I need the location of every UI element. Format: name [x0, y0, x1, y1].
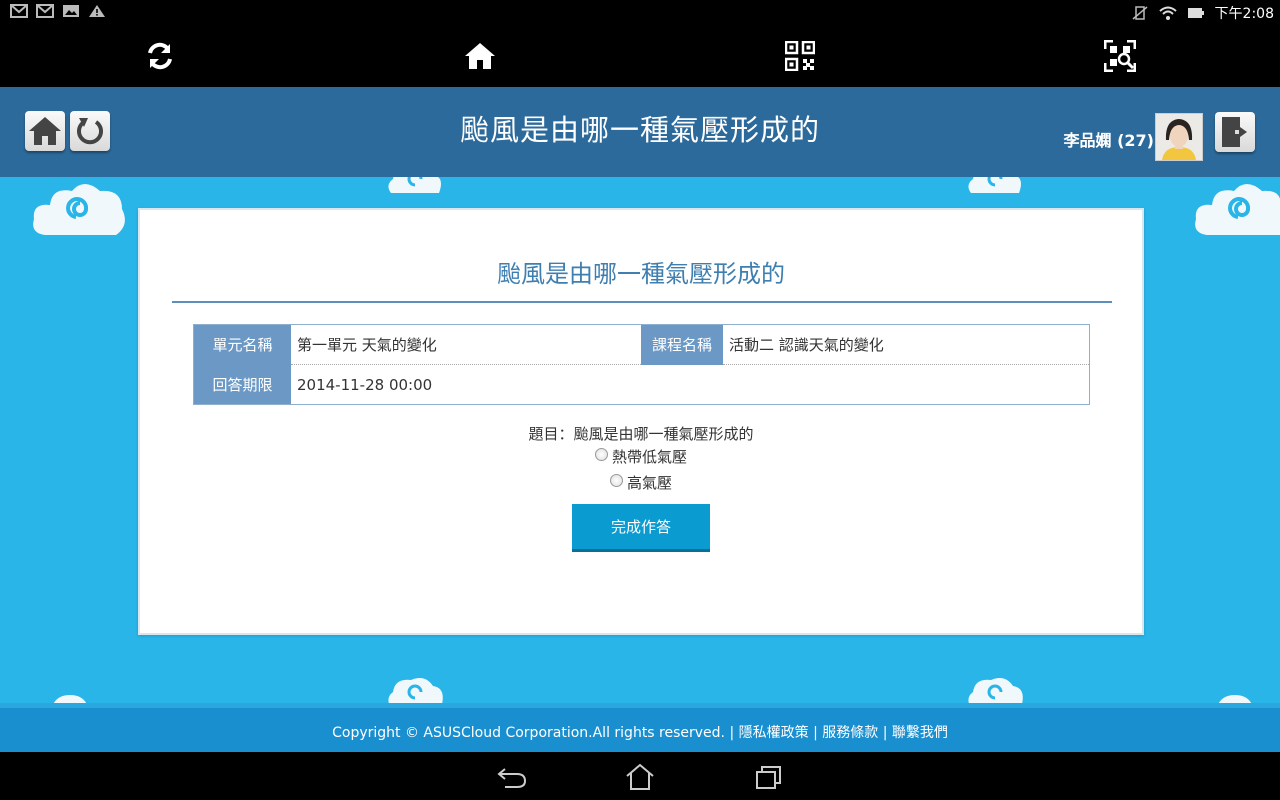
status-bar: 下午2:08 [0, 0, 1280, 25]
unit-label: 單元名稱 [193, 324, 291, 365]
user-photo [1156, 114, 1202, 160]
qr-code-icon [785, 41, 815, 71]
cloud-decoration [1218, 695, 1252, 703]
warning-icon [89, 5, 105, 17]
option-label: 高氣壓 [626, 474, 672, 492]
navigation-bar [0, 752, 1280, 800]
unit-value: 第一單元 天氣的變化 [291, 324, 641, 365]
radio-button[interactable] [594, 448, 608, 461]
divider [172, 301, 1112, 303]
back-button[interactable] [492, 762, 532, 792]
home-button[interactable] [620, 762, 660, 792]
copyright-text: Copyright © ASUSCloud Corporation.All ri… [332, 725, 726, 741]
privacy-policy-link[interactable]: 隱私權政策 [739, 725, 809, 741]
cloud-decoration [968, 177, 1021, 193]
card-title: 颱風是由哪一種氣壓形成的 [497, 260, 785, 288]
home-icon [626, 763, 654, 790]
question-card: 颱風是由哪一種氣壓形成的 單元名稱 第一單元 天氣的變化 課程名稱 活動二 認識… [138, 208, 1144, 635]
cloud-decoration [968, 678, 1023, 703]
info-table: 單元名稱 第一單元 天氣的變化 課程名稱 活動二 認識天氣的變化 回答期限 20… [193, 324, 1090, 405]
qr-code-button[interactable] [780, 37, 820, 75]
refresh-button[interactable] [140, 37, 180, 75]
contact-us-link[interactable]: 聯繫我們 [892, 725, 948, 741]
logout-icon [1222, 117, 1247, 147]
recent-apps-button[interactable] [748, 762, 788, 792]
refresh-icon [148, 42, 172, 70]
question-text: 題目：颱風是由哪一種氣壓形成的 [528, 425, 754, 443]
clock: 下午2:08 [1214, 6, 1274, 22]
cloud-decoration [33, 184, 125, 235]
deadline-label: 回答期限 [193, 364, 291, 405]
option-label: 熱帶低氣壓 [611, 448, 687, 466]
home-icon [465, 43, 495, 69]
course-value: 活動二 認識天氣的變化 [723, 324, 1090, 365]
deadline-value: 2014-11-28 00:00 [297, 375, 433, 394]
logout-button[interactable] [1215, 112, 1255, 152]
wifi-icon [1158, 6, 1177, 20]
cloud-decoration [53, 695, 87, 703]
gmail-icon [10, 4, 28, 18]
page-header: 颱風是由哪一種氣壓形成的 李品嫻 (27) [0, 87, 1280, 177]
course-label: 課程名稱 [641, 324, 723, 365]
user-name: 李品嫻 (27) [1063, 131, 1154, 150]
footer: Copyright © ASUSCloud Corporation.All ri… [0, 703, 1280, 752]
terms-of-service-link[interactable]: 服務條款 [822, 725, 878, 741]
footer-strip [0, 703, 1280, 708]
qr-scan-icon [1104, 40, 1136, 72]
cloud-decoration [388, 177, 441, 193]
cloud-decoration [388, 678, 443, 703]
cloud-decoration [1195, 184, 1280, 235]
option-high-pressure[interactable]: 高氣壓 [140, 472, 1142, 493]
back-icon [497, 768, 527, 788]
vibrate-off-icon [1132, 6, 1148, 20]
main-area: 颱風是由哪一種氣壓形成的 單元名稱 第一單元 天氣的變化 課程名稱 活動二 認識… [0, 177, 1280, 703]
image-icon [63, 5, 79, 17]
app-toolbar [0, 25, 1280, 87]
home-button[interactable] [460, 37, 500, 75]
battery-icon [1187, 8, 1204, 18]
table-row: 回答期限 2014-11-28 00:00 [193, 364, 1090, 405]
submit-button[interactable]: 完成作答 [572, 504, 710, 552]
avatar [1155, 113, 1203, 161]
option-tropical-low[interactable]: 熱帶低氣壓 [140, 446, 1142, 467]
qr-scan-button[interactable] [1100, 37, 1140, 75]
footer-text: Copyright © ASUSCloud Corporation.All ri… [332, 725, 948, 741]
recent-apps-icon [756, 766, 781, 789]
radio-button[interactable] [609, 474, 623, 487]
table-row: 單元名稱 第一單元 天氣的變化 課程名稱 活動二 認識天氣的變化 [193, 324, 1090, 365]
gmail-icon [36, 4, 54, 18]
